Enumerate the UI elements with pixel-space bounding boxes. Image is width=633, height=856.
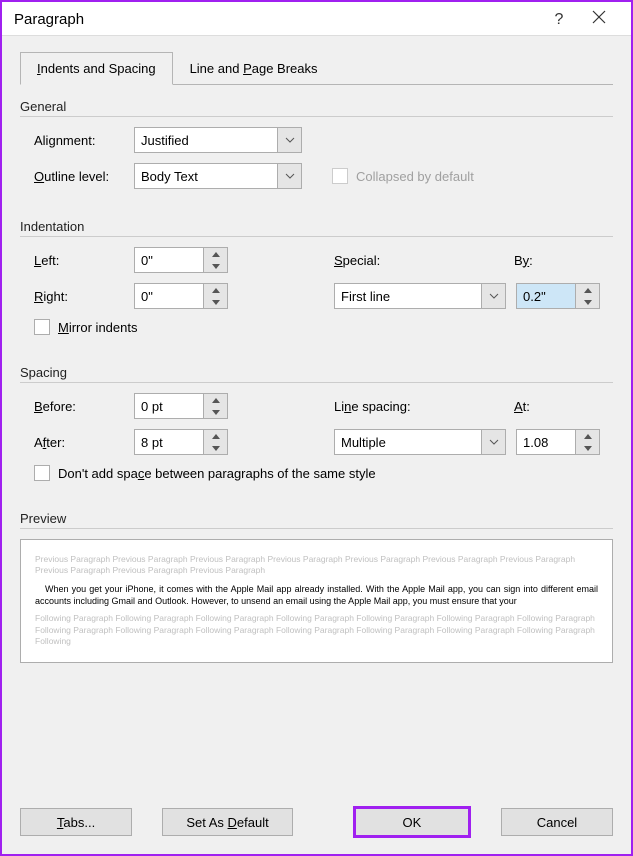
ok-button[interactable]: OK [353,806,471,838]
checkbox-icon [34,319,50,335]
by-label: By: [514,253,598,268]
spin-up-icon[interactable] [204,248,227,260]
right-spinner[interactable] [134,283,228,309]
section-indentation: Indentation [20,219,613,237]
outline-label: Outline level: [34,169,134,184]
left-label: Left: [34,253,134,268]
line-spacing-value: Multiple [341,435,386,450]
group-spacing: Before: Line spacing: At: After: [20,393,613,505]
collapsed-label: Collapsed by default [356,169,474,184]
chevron-down-icon [481,284,505,308]
at-spinner[interactable] [516,429,600,455]
chevron-down-icon [277,164,301,188]
cancel-button[interactable]: Cancel [501,808,613,836]
checkbox-icon [34,465,50,481]
by-input[interactable] [517,284,575,308]
content-area: Indents and Spacing Line and Page Breaks… [2,36,631,792]
at-input[interactable] [517,430,575,454]
section-spacing: Spacing [20,365,613,383]
titlebar: Paragraph ? [2,2,631,36]
close-button[interactable] [579,10,619,29]
tab-label: Indents and Spacing [37,61,156,76]
tab-strip: Indents and Spacing Line and Page Breaks [20,52,613,85]
spin-down-icon[interactable] [576,442,599,454]
outline-value: Body Text [141,169,198,184]
spin-down-icon[interactable] [204,442,227,454]
alignment-combo[interactable]: Justified [134,127,302,153]
before-input[interactable] [135,394,203,418]
after-input[interactable] [135,430,203,454]
at-label: At: [514,399,598,414]
spin-down-icon[interactable] [204,406,227,418]
preview-following-text: Following Paragraph Following Paragraph … [35,613,598,647]
by-spinner[interactable] [516,283,600,309]
spin-up-icon[interactable] [204,394,227,406]
checkbox-icon [332,168,348,184]
spin-up-icon[interactable] [204,430,227,442]
special-combo[interactable]: First line [334,283,506,309]
close-icon [592,10,606,24]
group-general: Alignment: Justified Outline level: Body… [20,127,613,213]
alignment-label: Alignment: [34,133,134,148]
preview-box: Previous Paragraph Previous Paragraph Pr… [20,539,613,663]
special-value: First line [341,289,390,304]
preview-sample-text: When you get your iPhone, it comes with … [35,583,598,607]
collapsed-checkbox: Collapsed by default [332,168,474,184]
spin-up-icon[interactable] [204,284,227,296]
group-indentation: Left: Special: By: Right: [20,247,613,359]
special-label: Special: [334,253,514,268]
button-bar: Tabs... Set As Default OK Cancel [2,792,631,854]
before-spinner[interactable] [134,393,228,419]
dialog-title: Paragraph [14,11,539,28]
mirror-label: Mirror indents [58,320,137,335]
no-add-space-label: Don't add space between paragraphs of th… [58,466,376,481]
section-preview: Preview [20,511,613,529]
tab-line-page-breaks[interactable]: Line and Page Breaks [173,52,335,84]
spin-down-icon[interactable] [204,296,227,308]
spin-up-icon[interactable] [576,430,599,442]
tab-label: Line and Page Breaks [190,61,318,76]
alignment-value: Justified [141,133,189,148]
left-spinner[interactable] [134,247,228,273]
tabs-button[interactable]: Tabs... [20,808,132,836]
left-input[interactable] [135,248,203,272]
line-spacing-combo[interactable]: Multiple [334,429,506,455]
spin-up-icon[interactable] [576,284,599,296]
right-input[interactable] [135,284,203,308]
chevron-down-icon [481,430,505,454]
no-add-space-checkbox[interactable]: Don't add space between paragraphs of th… [34,465,376,481]
outline-combo[interactable]: Body Text [134,163,302,189]
preview-previous-text: Previous Paragraph Previous Paragraph Pr… [35,554,598,577]
after-spinner[interactable] [134,429,228,455]
mirror-checkbox[interactable]: Mirror indents [34,319,137,335]
spin-down-icon[interactable] [576,296,599,308]
spin-down-icon[interactable] [204,260,227,272]
paragraph-dialog: Paragraph ? Indents and Spacing Line and… [0,0,633,856]
section-general: General [20,99,613,117]
before-label: Before: [34,399,134,414]
chevron-down-icon [277,128,301,152]
help-button[interactable]: ? [539,11,579,29]
set-default-button[interactable]: Set As Default [162,808,293,836]
after-label: After: [34,435,134,450]
tab-indents-spacing[interactable]: Indents and Spacing [20,52,173,85]
line-spacing-label: Line spacing: [334,399,514,414]
right-label: Right: [34,289,134,304]
